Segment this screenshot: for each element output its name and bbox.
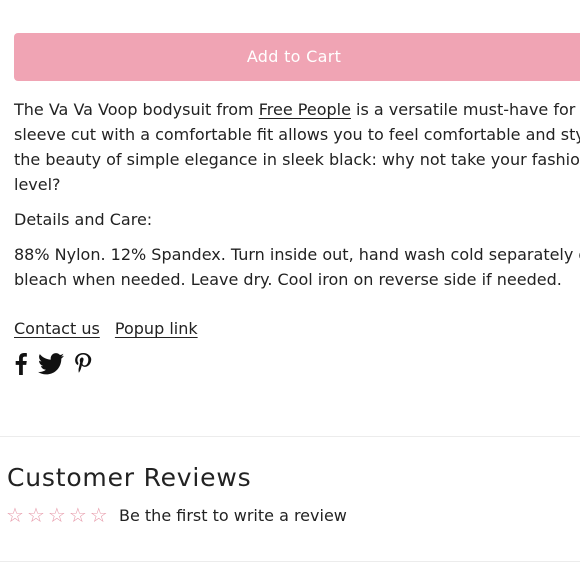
empty-star-icon: ☆	[89, 503, 108, 527]
care-line-1: 88% Nylon. 12% Spandex. Turn inside out,…	[14, 245, 580, 264]
star-rating: ☆ ☆ ☆ ☆ ☆	[6, 503, 108, 527]
write-review-prompt: Be the first to write a review	[119, 506, 347, 525]
empty-star-icon: ☆	[26, 503, 45, 527]
contact-us-link[interactable]: Contact us	[14, 319, 100, 338]
care-line-2: bleach when needed. Leave dry. Cool iron…	[14, 270, 562, 289]
care-instructions: 88% Nylon. 12% Spandex. Turn inside out,…	[14, 242, 580, 292]
description-line-4: level?	[14, 175, 61, 194]
social-share-bar	[14, 353, 102, 379]
brand-link[interactable]: Free People	[259, 100, 351, 119]
add-to-cart-label: Add to Cart	[246, 47, 342, 66]
section-divider	[0, 436, 580, 437]
description-text: is a versatile must-have for a	[350, 100, 580, 119]
description-line-2: sleeve cut with a comfortable fit allows…	[14, 125, 580, 144]
description-line-1: The Va Va Voop bodysuit from Free People…	[14, 97, 580, 122]
section-divider	[0, 561, 580, 562]
customer-reviews-heading: Customer Reviews	[7, 463, 252, 492]
facebook-icon[interactable]	[14, 353, 28, 379]
empty-star-icon: ☆	[47, 503, 66, 527]
empty-star-icon: ☆	[6, 503, 24, 527]
popup-link[interactable]: Popup link	[115, 319, 198, 338]
add-to-cart-button[interactable]: Add to Cart	[14, 33, 580, 81]
product-description: The Va Va Voop bodysuit from Free People…	[14, 97, 580, 197]
description-text: The Va Va Voop bodysuit from	[14, 100, 259, 119]
empty-star-icon: ☆	[68, 503, 87, 527]
twitter-icon[interactable]	[38, 353, 64, 379]
description-line-3: the beauty of simple elegance in sleek b…	[14, 150, 580, 169]
pinterest-icon[interactable]	[74, 353, 92, 379]
info-links: Contact us Popup link	[14, 316, 208, 341]
details-care-heading: Details and Care:	[14, 210, 153, 229]
